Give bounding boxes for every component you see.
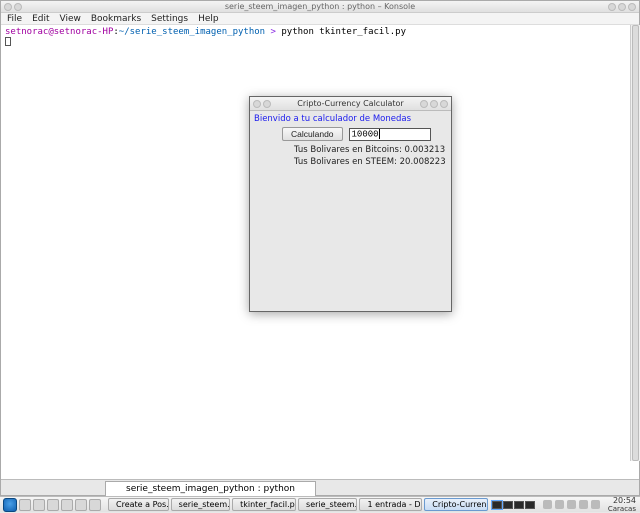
prompt-user: setnorac@setnorac-HP	[5, 27, 113, 37]
taskbar: Create a Pos… serie_steem… tkinter_facil…	[0, 496, 640, 512]
maximize-icon[interactable]	[618, 3, 626, 11]
text-caret	[379, 129, 380, 139]
prompt-arrow: >	[271, 27, 276, 37]
welcome-label: Bienvido a tu calculador de Monedas	[254, 113, 447, 125]
tray-icon[interactable]	[543, 500, 552, 509]
minimize-icon[interactable]	[608, 3, 616, 11]
kde-menu-icon[interactable]	[3, 498, 17, 512]
konsole-tab[interactable]: serie_steem_imagen_python : python	[105, 481, 316, 496]
pager-desktop-3[interactable]	[514, 501, 524, 509]
amount-value: 10000	[352, 129, 379, 139]
amount-input[interactable]: 10000	[349, 128, 431, 141]
menu-edit[interactable]: Edit	[32, 14, 49, 24]
terminal-cursor	[5, 37, 11, 46]
prompt-path: ~/serie_steem_imagen_python	[119, 27, 265, 37]
menu-bookmarks[interactable]: Bookmarks	[91, 14, 141, 24]
maximize-icon[interactable]	[430, 100, 438, 108]
command-text: python tkinter_facil.py	[281, 27, 406, 37]
task-button[interactable]: serie_steem…	[171, 498, 230, 511]
tray-icon[interactable]	[591, 500, 600, 509]
close-icon[interactable]	[440, 100, 448, 108]
quicklaunch-icon[interactable]	[61, 499, 73, 511]
result-steem: Tus Bolivares en STEEM: 20.008223	[254, 156, 447, 168]
dialog-body: Bienvido a tu calculador de Monedas Calc…	[250, 111, 451, 170]
quicklaunch-icon[interactable]	[19, 499, 31, 511]
clock-timezone: Caracas	[608, 505, 636, 513]
pager-desktop-4[interactable]	[525, 501, 535, 509]
task-button[interactable]: tkinter_facil.p…	[232, 498, 296, 511]
menu-help[interactable]: Help	[198, 14, 219, 24]
menu-view[interactable]: View	[60, 14, 81, 24]
task-button[interactable]: Create a Pos…	[108, 498, 169, 511]
quicklaunch-icon[interactable]	[75, 499, 87, 511]
pager-desktop-2[interactable]	[503, 501, 513, 509]
network-icon[interactable]	[579, 500, 588, 509]
konsole-titlebar[interactable]: serie_steem_imagen_python : python – Kon…	[1, 1, 639, 13]
konsole-menubar: File Edit View Bookmarks Settings Help	[1, 13, 639, 25]
task-buttons: Create a Pos… serie_steem… tkinter_facil…	[108, 498, 488, 511]
taskbar-clock[interactable]: 20:54 Caracas	[604, 497, 640, 513]
quicklaunch-icon[interactable]	[47, 499, 59, 511]
scrollbar-thumb[interactable]	[632, 25, 639, 461]
volume-icon[interactable]	[567, 500, 576, 509]
window-menu-icon[interactable]	[4, 3, 12, 11]
konsole-title: serie_steem_imagen_python : python – Kon…	[1, 2, 639, 11]
minimize-icon[interactable]	[420, 100, 428, 108]
result-btc: Tus Bolivares en Bitcoins: 0.003213	[254, 144, 447, 156]
desktop-pager[interactable]	[492, 501, 535, 509]
crypto-calculator-window: Cripto-Currency Calculator Bienvido a tu…	[249, 96, 452, 312]
terminal-scrollbar[interactable]	[630, 25, 640, 461]
quicklaunch-icon[interactable]	[33, 499, 45, 511]
calculate-button[interactable]: Calculando	[282, 127, 343, 141]
dialog-titlebar[interactable]: Cripto-Currency Calculator	[250, 97, 451, 111]
system-tray	[539, 500, 604, 509]
menu-file[interactable]: File	[7, 14, 22, 24]
menu-settings[interactable]: Settings	[151, 14, 188, 24]
pin-icon[interactable]	[263, 100, 271, 108]
task-button[interactable]: 1 entrada - D…	[359, 498, 422, 511]
task-button[interactable]: Cripto-Curren…	[424, 498, 488, 511]
tray-icon[interactable]	[555, 500, 564, 509]
pager-desktop-1[interactable]	[492, 501, 502, 509]
konsole-tab-label: serie_steem_imagen_python : python	[126, 484, 295, 494]
konsole-tabbar: serie_steem_imagen_python : python	[1, 479, 639, 495]
quicklaunch-icon[interactable]	[89, 499, 101, 511]
task-button[interactable]: serie_steem…	[298, 498, 357, 511]
clock-time: 20:54	[608, 497, 636, 505]
window-menu-icon[interactable]	[253, 100, 261, 108]
pin-icon[interactable]	[14, 3, 22, 11]
close-icon[interactable]	[628, 3, 636, 11]
